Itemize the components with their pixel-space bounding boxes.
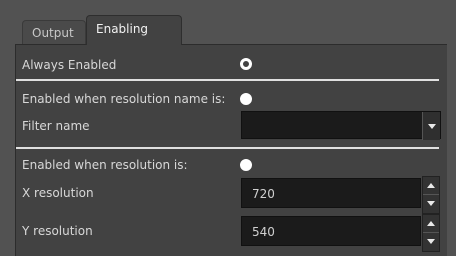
x-resolution-input[interactable]: 720	[241, 178, 421, 208]
by-resolution-label: Enabled when resolution is:	[22, 158, 188, 172]
section-divider	[16, 147, 439, 149]
section-divider	[16, 79, 439, 81]
y-resolution-value: 540	[252, 225, 275, 239]
y-resolution-input[interactable]: 540	[241, 216, 421, 246]
always-enabled-label: Always Enabled	[22, 58, 117, 72]
increment-button[interactable]	[423, 215, 439, 233]
y-resolution-spinner[interactable]	[422, 214, 440, 252]
by-resolution-radio[interactable]	[240, 159, 252, 171]
arrow-down-icon	[427, 239, 435, 244]
filter-name-label: Filter name	[22, 119, 90, 133]
always-enabled-radio[interactable]	[240, 58, 252, 70]
arrow-down-icon	[427, 201, 435, 206]
by-name-radio[interactable]	[240, 93, 252, 105]
filter-name-dropdown[interactable]	[241, 111, 441, 140]
decrement-button[interactable]	[423, 233, 439, 251]
chevron-down-icon	[428, 124, 436, 129]
dropdown-button[interactable]	[422, 112, 440, 140]
x-resolution-value: 720	[252, 187, 275, 201]
y-resolution-label: Y resolution	[22, 224, 93, 238]
tab-enabling[interactable]: Enabling	[86, 15, 182, 45]
tab-output[interactable]: Output	[22, 20, 86, 44]
by-name-label: Enabled when resolution name is:	[22, 92, 226, 106]
x-resolution-spinner[interactable]	[422, 176, 440, 214]
increment-button[interactable]	[423, 177, 439, 195]
enabling-panel: Always Enabled Enabled when resolution n…	[15, 44, 447, 256]
x-resolution-label: X resolution	[22, 186, 94, 200]
decrement-button[interactable]	[423, 195, 439, 213]
arrow-up-icon	[427, 221, 435, 226]
arrow-up-icon	[427, 183, 435, 188]
